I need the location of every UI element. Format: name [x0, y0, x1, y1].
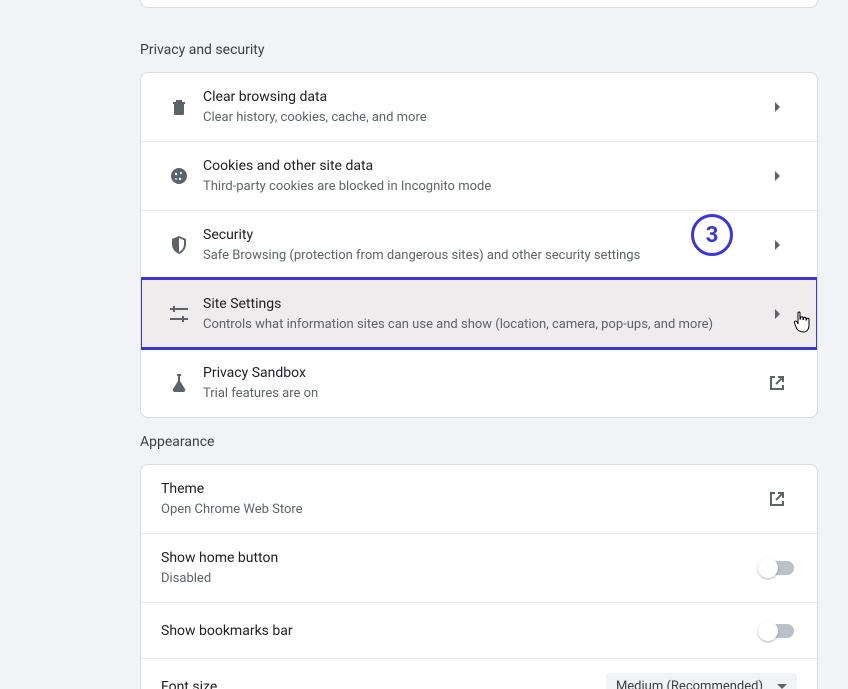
trash-icon [171, 98, 187, 116]
row-show-home-button: Show home button Disabled [141, 533, 817, 602]
row-site-settings[interactable]: Site Settings Controls what information … [141, 279, 817, 348]
shield-icon [171, 236, 187, 254]
row-theme[interactable]: Theme Open Chrome Web Store [141, 465, 817, 533]
row-show-bookmarks-bar: Show bookmarks bar [141, 602, 817, 658]
external-link-icon [768, 490, 786, 508]
appearance-card: Theme Open Chrome Web Store Show home bu… [140, 464, 818, 689]
row-title: Privacy Sandbox [203, 363, 757, 383]
row-title: Clear browsing data [203, 87, 757, 107]
tune-icon [170, 306, 188, 322]
toggle-show-home[interactable] [760, 561, 794, 575]
flask-icon [171, 374, 187, 392]
row-desc: Safe Browsing (protection from dangerous… [203, 247, 757, 265]
row-desc: Open Chrome Web Store [161, 501, 757, 519]
chevron-right-icon [775, 171, 780, 181]
row-desc: Disabled [161, 570, 757, 588]
external-link-icon [768, 374, 786, 392]
font-size-select[interactable]: Medium (Recommended) [606, 673, 797, 689]
toggle-show-bookmarks[interactable] [760, 624, 794, 638]
row-title: Show bookmarks bar [161, 621, 757, 641]
row-title: Cookies and other site data [203, 156, 757, 176]
annotation-step-badge: 3 [691, 214, 733, 256]
row-title: Security [203, 225, 757, 245]
cookie-icon [170, 167, 188, 185]
row-desc: Controls what information sites can use … [203, 316, 757, 334]
font-size-value: Medium (Recommended) [616, 679, 763, 689]
section-title-appearance: Appearance [140, 434, 214, 450]
row-title: Show home button [161, 548, 757, 568]
section-title-privacy: Privacy and security [140, 42, 264, 58]
row-desc: Clear history, cookies, cache, and more [203, 109, 757, 127]
row-font-size: Font size Medium (Recommended) [141, 658, 817, 689]
row-title: Site Settings [203, 294, 757, 314]
row-title: Theme [161, 479, 757, 499]
row-title: Font size [161, 677, 606, 689]
row-desc: Trial features are on [203, 385, 757, 403]
chevron-right-icon [775, 240, 780, 250]
row-privacy-sandbox[interactable]: Privacy Sandbox Trial features are on [141, 348, 817, 417]
row-desc: Third-party cookies are blocked in Incog… [203, 178, 757, 196]
row-clear-browsing-data[interactable]: Clear browsing data Clear history, cooki… [141, 73, 817, 141]
chevron-right-icon [775, 102, 780, 112]
chevron-right-icon [775, 309, 780, 319]
row-cookies[interactable]: Cookies and other site data Third-party … [141, 141, 817, 210]
chevron-down-icon [777, 684, 787, 689]
previous-card-bottom [140, 0, 818, 8]
